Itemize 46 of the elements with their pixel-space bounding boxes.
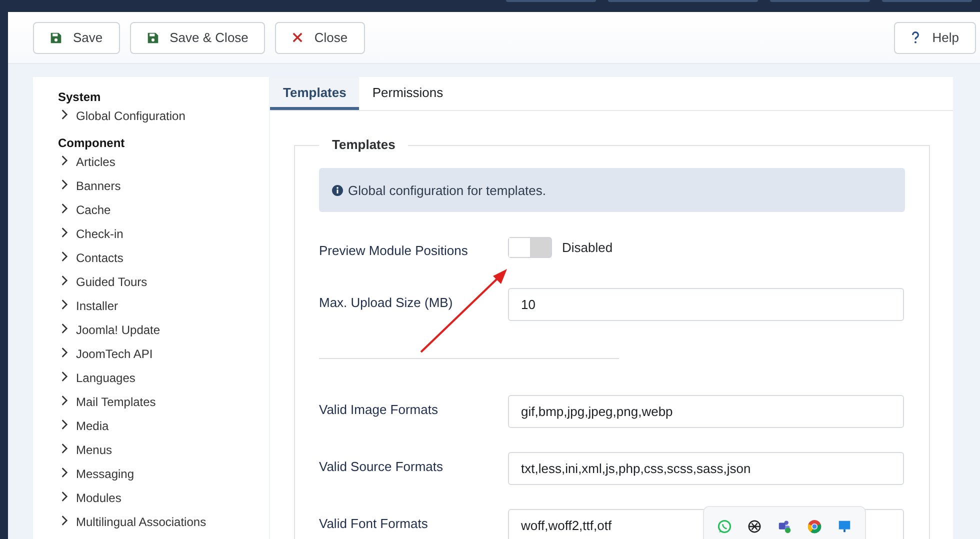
info-icon xyxy=(332,184,343,196)
sidebar-item[interactable]: Articles xyxy=(58,150,116,174)
sidebar-item[interactable]: Check-in xyxy=(58,222,124,246)
sidebar-item[interactable]: Banners xyxy=(58,174,121,198)
field-label: Max. Upload Size (MB) xyxy=(319,294,454,310)
tab[interactable]: Templates xyxy=(270,77,360,110)
field-label: Valid Source Formats xyxy=(319,458,444,474)
fieldset-legend: Templates xyxy=(319,137,408,152)
circle-icon[interactable] xyxy=(806,518,822,534)
sidebar-item[interactable]: Global Configuration xyxy=(58,104,186,128)
sidebar-item[interactable]: Multilingual Associations xyxy=(58,510,206,534)
alert-text: Global configuration for templates. xyxy=(348,182,546,198)
sidebar-item[interactable]: Cache xyxy=(58,198,111,222)
field-label: Valid Font Formats xyxy=(319,515,429,531)
sidebar-item[interactable]: Mail Templates xyxy=(58,390,156,414)
section-heading: Component xyxy=(58,136,126,151)
help-button[interactable]: Help xyxy=(894,22,976,54)
sidebar-item[interactable]: Languages xyxy=(58,366,136,390)
sidebar-item[interactable]: Media xyxy=(58,414,109,438)
toggle-state-text: Disabled xyxy=(562,240,613,255)
close-button[interactable]: Close xyxy=(275,22,365,54)
save-icon xyxy=(50,32,62,44)
input-field[interactable]: 10 xyxy=(508,288,904,321)
sidebar-item[interactable]: Joomla! Update xyxy=(58,318,160,342)
knot-icon[interactable] xyxy=(747,518,762,534)
input-field[interactable]: gif,bmp,jpg,jpeg,png,webp xyxy=(508,395,904,428)
sidebar-item[interactable]: Menus xyxy=(58,438,112,462)
monitor-icon[interactable] xyxy=(836,518,852,534)
sidebar-item[interactable]: Messaging xyxy=(58,462,134,486)
sidebar-item[interactable]: Installer xyxy=(58,294,118,318)
save-button[interactable]: Save & Close xyxy=(130,22,266,54)
field-label: Valid Image Formats xyxy=(319,401,439,417)
save-button[interactable]: Save xyxy=(33,22,120,54)
sidebar-item[interactable]: Contacts xyxy=(58,246,124,270)
section-heading: System xyxy=(58,90,102,105)
close-icon xyxy=(292,32,304,43)
sidebar-item[interactable]: Guided Tours xyxy=(58,270,148,294)
field-label: Preview Module Positions xyxy=(319,242,469,258)
input-field[interactable]: txt,less,ini,xml,js,php,css,scss,sass,json xyxy=(508,452,904,485)
chat-bubble-icon[interactable] xyxy=(717,518,732,534)
question-icon xyxy=(911,31,920,44)
people-icon[interactable] xyxy=(776,518,792,534)
sidebar-item[interactable]: Modules xyxy=(58,486,122,510)
toggle-switch[interactable] xyxy=(508,237,552,258)
save-icon xyxy=(146,32,159,44)
sidebar-item[interactable]: JoomTech API xyxy=(58,342,153,366)
